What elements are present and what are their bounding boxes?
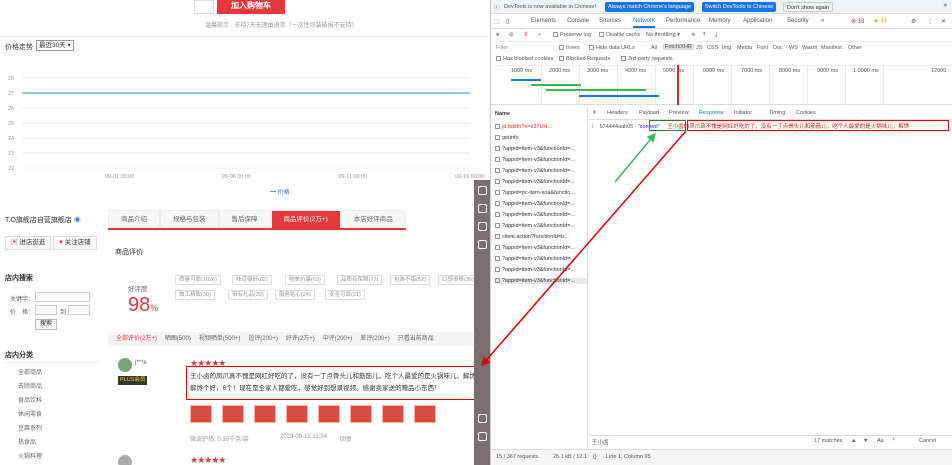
annotation-arrows bbox=[481, 130, 687, 367]
red-arrow bbox=[481, 130, 687, 367]
green-arrow bbox=[614, 132, 656, 183]
